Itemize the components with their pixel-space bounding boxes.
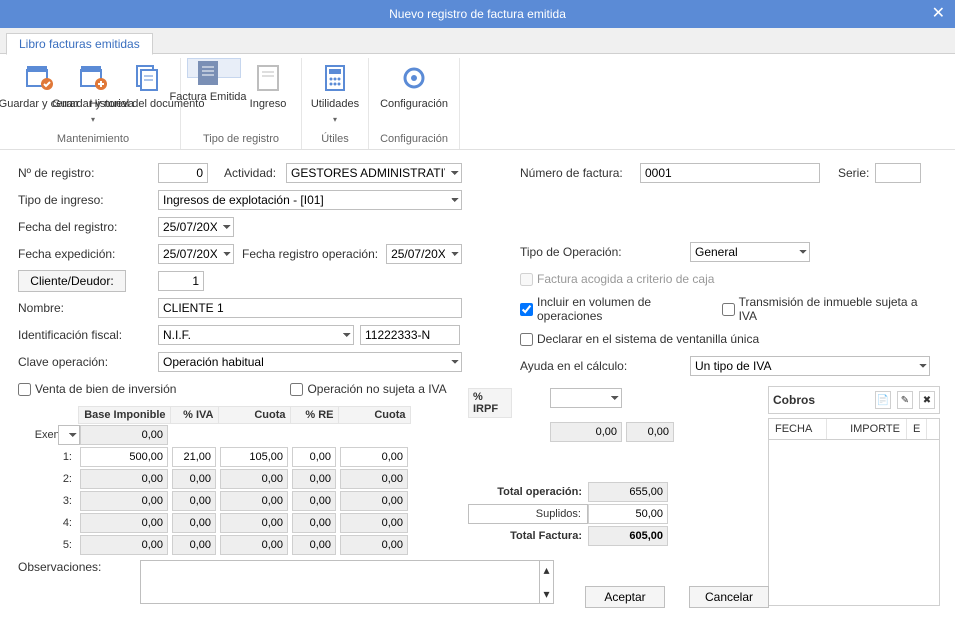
invoice-type-button[interactable]: Factura Emitida: [187, 58, 241, 78]
invoice-icon: [192, 59, 224, 87]
utilities-button[interactable]: Utilidades ▾: [308, 58, 362, 131]
obs-label: Observaciones:: [18, 560, 140, 604]
tab-libro-emitidas[interactable]: Libro facturas emitidas: [6, 33, 153, 55]
r1-iva[interactable]: [172, 447, 216, 467]
save-new-icon: [77, 62, 109, 94]
irpf-cuota[interactable]: [626, 422, 674, 442]
total-op: [588, 482, 668, 502]
calc-help-label: Ayuda en el cálculo:: [520, 359, 690, 373]
reg-date-label: Fecha del registro:: [18, 220, 158, 234]
calc-help-select[interactable]: [690, 356, 930, 376]
op-reg-date-input[interactable]: [386, 244, 462, 264]
gear-icon: [398, 62, 430, 94]
r2-base[interactable]: [80, 469, 168, 489]
config-button[interactable]: Configuración: [375, 58, 453, 131]
total-fact-label: Total Factura:: [468, 530, 588, 542]
col-cuota: Cuota: [218, 407, 290, 424]
ribbon-group-config: Configuración: [375, 131, 453, 149]
name-input[interactable]: [158, 298, 462, 318]
irpf-base[interactable]: [550, 422, 622, 442]
r1-base[interactable]: [80, 447, 168, 467]
op-reg-date-label: Fecha registro operación:: [242, 247, 378, 261]
cobros-table: FECHA IMPORTE E: [768, 418, 940, 606]
cobros-del-icon[interactable]: ✖: [919, 391, 935, 409]
chk-invest[interactable]: Venta de bien de inversión: [18, 382, 176, 396]
save-close-button[interactable]: Guardar y cerrar: [12, 58, 66, 131]
r1-cuota[interactable]: [220, 447, 288, 467]
cobros-new-icon[interactable]: 📄: [875, 391, 891, 409]
col-e[interactable]: E: [907, 419, 927, 439]
income-type-label: Tipo de ingreso:: [18, 193, 158, 207]
cobros-title: Cobros: [773, 393, 815, 407]
col-re-pct: % RE: [290, 407, 338, 424]
activity-label: Actividad:: [224, 166, 276, 180]
suplidos-input[interactable]: [588, 504, 668, 524]
op-key-label: Clave operación:: [18, 355, 158, 369]
op-type-label: Tipo de Operación:: [520, 245, 690, 259]
reg-no-label: Nº de registro:: [18, 166, 158, 180]
save-new-button[interactable]: Guardar y nueva ▾: [66, 58, 120, 131]
serie-label: Serie:: [838, 166, 869, 180]
obs-scroll[interactable]: ▴▾: [540, 560, 554, 604]
invoice-no-input[interactable]: [640, 163, 820, 183]
window-title: Nuevo registro de factura emitida: [389, 7, 566, 21]
client-no-input[interactable]: [158, 271, 204, 291]
irpf-select[interactable]: [550, 388, 622, 408]
chk-cash[interactable]: Factura acogida a criterio de caja: [520, 272, 714, 286]
op-key-select[interactable]: [158, 352, 462, 372]
serie-input[interactable]: [875, 163, 921, 183]
save-close-icon: [23, 62, 55, 94]
ribbon-tabbar: Libro facturas emitidas: [0, 28, 955, 54]
chk-no-iva[interactable]: Operación no sujeta a IVA: [290, 382, 446, 396]
ribbon-group-regtype: Tipo de registro: [187, 131, 295, 149]
exenta-base[interactable]: [80, 425, 168, 445]
obs-textarea[interactable]: [140, 560, 540, 604]
client-button[interactable]: Cliente/Deudor:: [18, 270, 126, 292]
calculator-icon: [319, 62, 351, 94]
fiscal-id-type-select[interactable]: [158, 325, 354, 345]
income-type-button[interactable]: Ingreso: [241, 58, 295, 131]
col-cuota2: Cuota: [338, 407, 410, 424]
col-irpf: % IRPF: [468, 388, 512, 418]
ribbon-group-utils: Útiles: [308, 131, 362, 149]
reg-no-input[interactable]: [158, 163, 208, 183]
op-type-select[interactable]: [690, 242, 810, 262]
col-base: Base Imponible: [78, 407, 170, 424]
invoice-no-label: Número de factura:: [520, 166, 640, 180]
suplidos-label: Suplidos:: [468, 504, 588, 524]
chk-transm[interactable]: Transmisión de inmueble sujeta a IVA: [722, 295, 926, 323]
chevron-down-icon: ▾: [333, 114, 337, 126]
col-fecha[interactable]: FECHA: [769, 419, 827, 439]
total-fact: [588, 526, 668, 546]
total-op-label: Total operación:: [468, 486, 588, 498]
chk-oss[interactable]: Declarar en el sistema de ventanilla úni…: [520, 332, 759, 346]
titlebar: Nuevo registro de factura emitida ✕: [0, 0, 955, 28]
ribbon-group-maint: Mantenimiento: [12, 131, 174, 149]
activity-select[interactable]: [286, 163, 462, 183]
issue-date-label: Fecha expedición:: [18, 247, 158, 261]
income-icon: [252, 62, 284, 94]
history-icon: [131, 62, 163, 94]
reg-date-input[interactable]: [158, 217, 234, 237]
r1-cuota2[interactable]: [340, 447, 408, 467]
fiscal-id-label: Identificación fiscal:: [18, 328, 158, 342]
ribbon: Guardar y cerrar Guardar y nueva ▾ Histo…: [0, 54, 955, 150]
close-icon[interactable]: ✕: [932, 0, 945, 28]
col-iva-pct: % IVA: [170, 407, 218, 424]
chk-vol[interactable]: Incluir en volumen de operaciones: [520, 295, 708, 323]
accept-button[interactable]: Aceptar: [585, 586, 665, 608]
col-importe[interactable]: IMPORTE: [827, 419, 907, 439]
exenta-select[interactable]: [58, 425, 80, 445]
chevron-down-icon: ▾: [91, 114, 95, 126]
cobros-edit-icon[interactable]: ✎: [897, 391, 913, 409]
income-type-select[interactable]: [158, 190, 462, 210]
fiscal-id-input[interactable]: [360, 325, 460, 345]
r1-re[interactable]: [292, 447, 336, 467]
issue-date-input[interactable]: [158, 244, 234, 264]
name-label: Nombre:: [18, 301, 158, 315]
cancel-button[interactable]: Cancelar: [689, 586, 769, 608]
